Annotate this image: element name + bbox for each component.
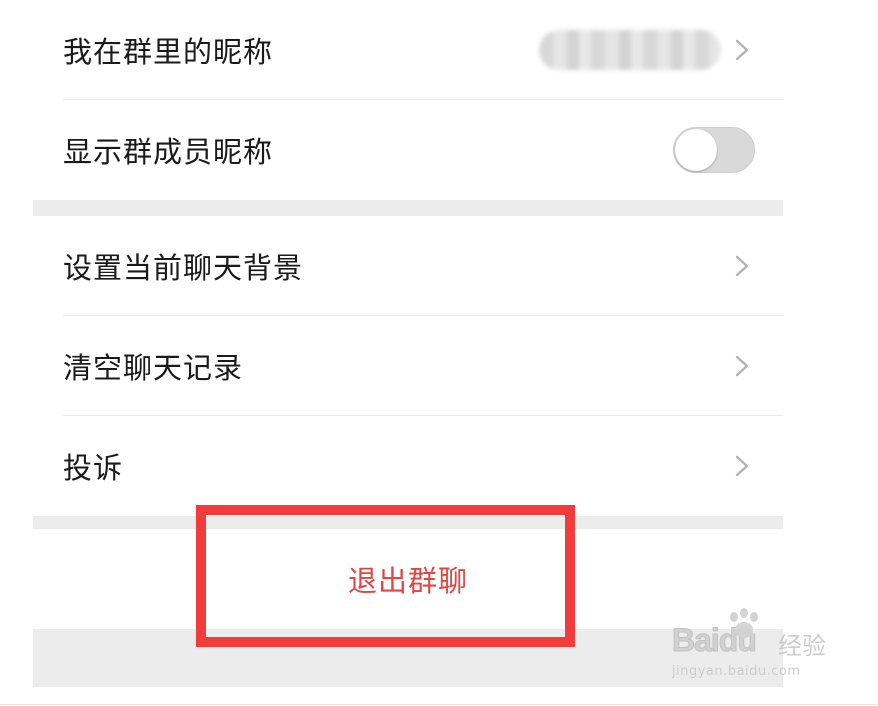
show-member-nicknames-toggle[interactable] xyxy=(673,127,755,173)
jingyan-text: 经验 xyxy=(778,632,826,660)
toggle-knob xyxy=(675,129,717,171)
set-chat-background-label: 设置当前聊天背景 xyxy=(63,251,304,285)
highlight-annotation-box xyxy=(196,505,575,647)
group-chat-settings-screen: 我在群里的昵称 显示群成员昵称 设置当前聊天背景 清空聊天记录 投诉 退出群聊 … xyxy=(0,0,878,706)
chevron-right-icon xyxy=(735,355,749,377)
my-group-nickname-label: 我在群里的昵称 xyxy=(63,35,274,69)
chevron-right-icon xyxy=(735,455,749,477)
baidu-paw-icon xyxy=(730,608,758,638)
clear-chat-history-row[interactable]: 清空聊天记录 xyxy=(33,316,783,416)
section-separator xyxy=(33,200,783,216)
my-group-nickname-row[interactable]: 我在群里的昵称 xyxy=(33,0,783,100)
show-member-nicknames-label: 显示群成员昵称 xyxy=(63,135,274,169)
show-member-nicknames-row: 显示群成员昵称 xyxy=(33,100,783,200)
complain-row[interactable]: 投诉 xyxy=(33,416,783,516)
page-bottom-border xyxy=(0,704,878,705)
clear-chat-history-label: 清空聊天记录 xyxy=(63,351,244,385)
baidu-jingyan-watermark: Baidu 经验 jingyan.baidu.com xyxy=(672,608,842,688)
chevron-right-icon xyxy=(735,255,749,277)
watermark-url: jingyan.baidu.com xyxy=(672,664,801,679)
set-chat-background-row[interactable]: 设置当前聊天背景 xyxy=(33,216,783,316)
blurred-nickname-value xyxy=(539,30,721,70)
complain-label: 投诉 xyxy=(63,451,124,485)
chevron-right-icon xyxy=(735,39,749,61)
